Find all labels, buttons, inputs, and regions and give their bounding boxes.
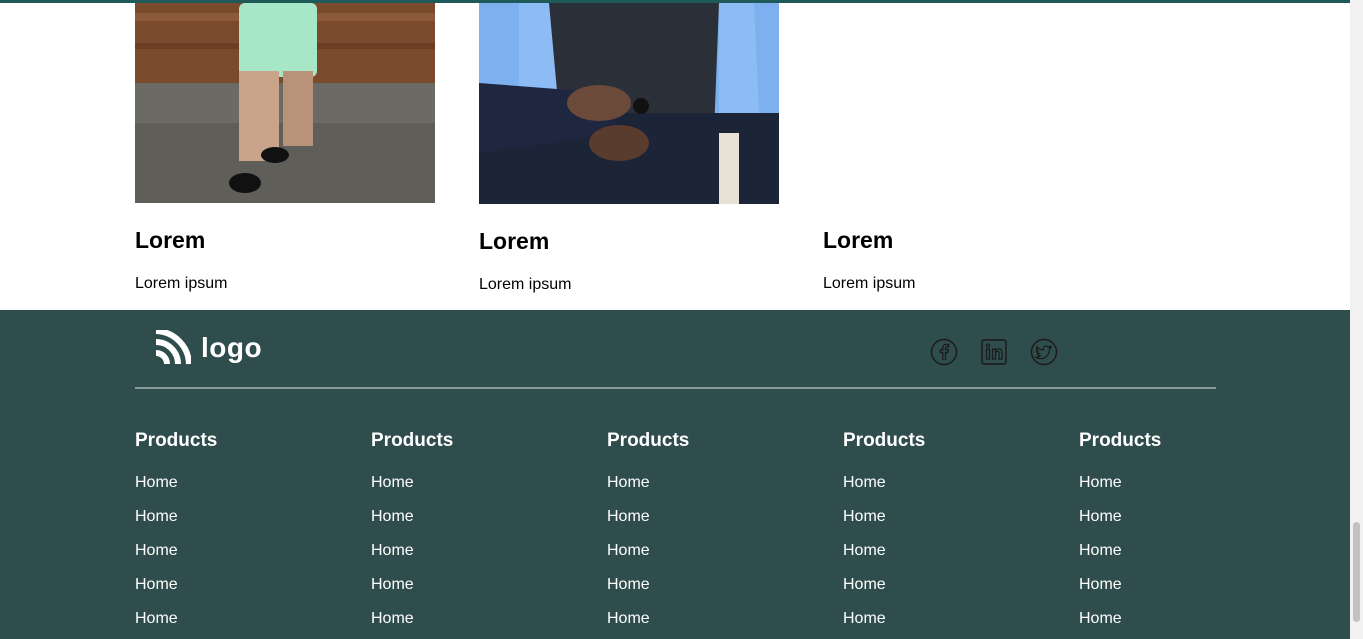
column-heading: Products	[1079, 430, 1162, 451]
footer-link[interactable]: Home	[607, 500, 807, 534]
card-title: Lorem	[135, 227, 206, 253]
footer-divider	[135, 387, 1216, 389]
footer-link[interactable]: Home	[843, 500, 1043, 534]
page-scrollbar[interactable]	[1350, 0, 1363, 639]
column-heading: Products	[843, 430, 926, 451]
column-heading: Products	[371, 430, 454, 451]
footer-link[interactable]: Home	[607, 568, 807, 602]
footer-column: Products Home Home Home Home Home	[1079, 430, 1279, 636]
page: Lorem Lorem ipsum Lorem Lorem ipsum Lore…	[0, 0, 1363, 639]
footer-link[interactable]: Home	[1079, 602, 1279, 636]
card-text: Lorem ipsum	[823, 275, 916, 292]
card-photo	[135, 3, 435, 203]
column-heading: Products	[135, 430, 218, 451]
footer-logo[interactable]: logo	[155, 330, 262, 366]
social-links	[930, 338, 1058, 366]
footer-column: Products Home Home Home Home Home	[135, 430, 335, 636]
footer-link[interactable]: Home	[371, 568, 571, 602]
footer-link[interactable]: Home	[607, 602, 807, 636]
footer-link[interactable]: Home	[135, 568, 335, 602]
card-photo	[823, 3, 1123, 203]
card-title: Lorem	[479, 228, 550, 254]
footer-link[interactable]: Home	[607, 534, 807, 568]
footer-link[interactable]: Home	[843, 534, 1043, 568]
footer-link[interactable]: Home	[135, 534, 335, 568]
column-heading: Products	[607, 430, 690, 451]
footer-link[interactable]: Home	[843, 568, 1043, 602]
footer-link[interactable]: Home	[1079, 500, 1279, 534]
footer-column: Products Home Home Home Home Home	[843, 430, 1043, 636]
footer-link[interactable]: Home	[135, 466, 335, 500]
site-footer: logo Products Home Home Home Home Home P…	[0, 310, 1350, 639]
scrollbar-thumb[interactable]	[1353, 522, 1360, 622]
footer-link[interactable]: Home	[1079, 568, 1279, 602]
logo-icon	[155, 330, 191, 365]
linkedin-icon[interactable]	[980, 338, 1008, 366]
card-photo	[479, 3, 779, 204]
footer-link[interactable]: Home	[607, 466, 807, 500]
footer-link[interactable]: Home	[1079, 466, 1279, 500]
card-grid: Lorem Lorem ipsum Lorem Lorem ipsum Lore…	[0, 0, 1350, 310]
card-text: Lorem ipsum	[479, 276, 572, 293]
footer-link[interactable]: Home	[843, 466, 1043, 500]
footer-link[interactable]: Home	[1079, 534, 1279, 568]
footer-link[interactable]: Home	[371, 534, 571, 568]
twitter-icon[interactable]	[1030, 338, 1058, 366]
footer-link[interactable]: Home	[371, 466, 571, 500]
footer-column: Products Home Home Home Home Home	[371, 430, 571, 636]
logo-text: logo	[201, 332, 263, 363]
footer-column: Products Home Home Home Home Home	[607, 430, 807, 636]
card-text: Lorem ipsum	[135, 275, 228, 292]
footer-link[interactable]: Home	[135, 602, 335, 636]
footer-link[interactable]: Home	[135, 500, 335, 534]
footer-link[interactable]: Home	[371, 500, 571, 534]
footer-link[interactable]: Home	[843, 602, 1043, 636]
card-title: Lorem	[823, 227, 894, 253]
footer-link[interactable]: Home	[371, 602, 571, 636]
facebook-icon[interactable]	[930, 338, 958, 366]
